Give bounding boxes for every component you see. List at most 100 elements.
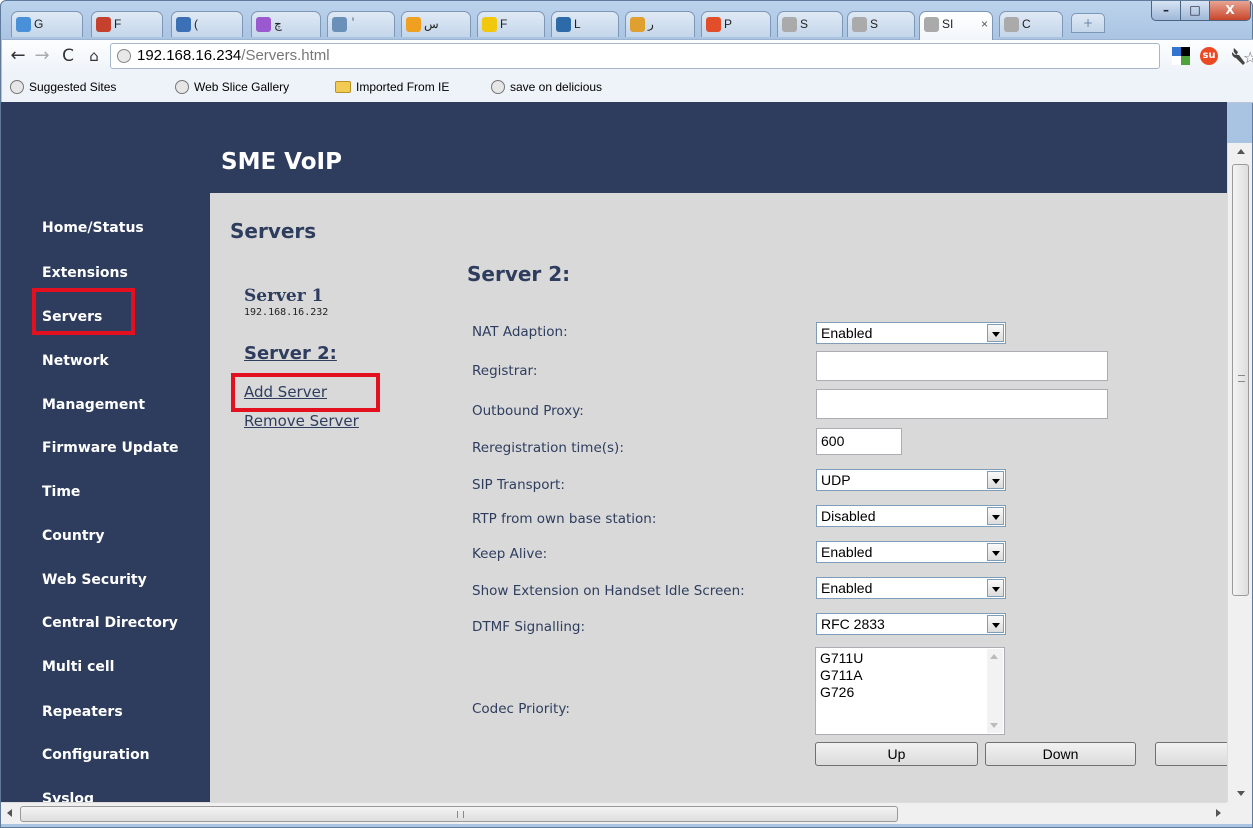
- browser-tab[interactable]: چ: [251, 11, 321, 37]
- reload-button[interactable]: C: [56, 44, 80, 68]
- wrench-icon[interactable]: [1230, 46, 1246, 66]
- reregistration-time-field[interactable]: 600: [816, 428, 902, 455]
- browser-tab[interactable]: F: [477, 11, 545, 37]
- registrar-field[interactable]: [816, 351, 1108, 381]
- tab-title: (: [194, 17, 198, 31]
- tab-favicon-icon: [706, 17, 721, 32]
- browser-tab[interactable]: G: [11, 11, 83, 37]
- partial-button[interactable]: [1155, 742, 1227, 766]
- globe-icon: [117, 49, 131, 63]
- keep-alive-value: Enabled: [821, 544, 873, 560]
- stumbleupon-extension-icon[interactable]: su: [1200, 47, 1218, 65]
- sidebar-item-extensions[interactable]: Extensions: [42, 265, 128, 281]
- browser-tab[interactable]: S: [847, 11, 915, 37]
- sidebar-item-country[interactable]: Country: [42, 528, 105, 544]
- dtmf-signalling-select[interactable]: RFC 2833: [816, 613, 1006, 635]
- browser-tab[interactable]: ر: [625, 11, 695, 37]
- browser-tab[interactable]: L: [551, 11, 619, 37]
- nat-adaption-select[interactable]: Enabled: [816, 322, 1006, 344]
- main-content: Servers Server 1 192.168.16.232 Server 2…: [210, 193, 1227, 802]
- show-extension-select[interactable]: Enabled: [816, 577, 1006, 599]
- back-button[interactable]: ←: [6, 44, 30, 68]
- tab-title: S: [870, 17, 879, 31]
- tab-title: L: [574, 17, 581, 31]
- dtmf-signalling-value: RFC 2833: [821, 616, 885, 632]
- address-bar[interactable]: 192.168.16.234/Servers.html ☆: [110, 43, 1253, 69]
- tab-favicon-icon: [482, 17, 497, 32]
- tab-title: س: [424, 17, 439, 31]
- servers-highlight-box: [32, 288, 135, 335]
- bookmarks-bar: Suggested Sites Web Slice Gallery Imported…: [2, 73, 1253, 103]
- tab-strip: G F (چٰ س F L ر P S S SI × C: [11, 3, 1102, 40]
- url-host: 192.168.16.234: [137, 47, 242, 64]
- browser-tab[interactable]: S: [777, 11, 843, 37]
- sidebar-item-home-status[interactable]: Home/Status: [42, 220, 144, 236]
- close-window-button[interactable]: X: [1209, 1, 1251, 21]
- scroll-down-arrow[interactable]: [1237, 791, 1245, 796]
- browser-tab[interactable]: ٰ: [327, 11, 395, 37]
- scroll-right-arrow[interactable]: [1216, 809, 1221, 817]
- chevron-down-icon: [987, 615, 1004, 633]
- sidebar-item-syslog[interactable]: Syslog: [42, 791, 94, 802]
- home-button[interactable]: ⌂: [82, 44, 106, 68]
- browser-tab[interactable]: س: [401, 11, 471, 37]
- rtp-own-base-value: Disabled: [821, 508, 876, 524]
- codec-list-scrollbar[interactable]: [987, 649, 1003, 733]
- tab-favicon-icon: [96, 17, 111, 32]
- sidebar-item-time[interactable]: Time: [42, 484, 80, 500]
- forward-button[interactable]: →: [30, 44, 54, 68]
- outbound-proxy-field[interactable]: [816, 389, 1108, 419]
- tab-title: C: [1022, 17, 1031, 31]
- codec-item[interactable]: G711A: [820, 667, 1000, 684]
- scroll-up-arrow[interactable]: [1237, 149, 1245, 154]
- move-up-button[interactable]: Up: [815, 742, 978, 766]
- keep-alive-select[interactable]: Enabled: [816, 541, 1006, 563]
- horizontal-scroll-thumb[interactable]: [20, 806, 898, 822]
- horizontal-scrollbar[interactable]: [1, 802, 1227, 824]
- tab-favicon-icon: [16, 17, 31, 32]
- sidebar-item-multi-cell[interactable]: Multi cell: [42, 659, 114, 675]
- new-tab-button[interactable]: +: [1071, 13, 1105, 33]
- sidebar-item-configuration[interactable]: Configuration: [42, 747, 150, 763]
- vertical-scroll-thumb[interactable]: [1232, 164, 1249, 596]
- server1-title[interactable]: Server 1: [244, 286, 323, 306]
- delicious-extension-icon[interactable]: [1172, 47, 1190, 65]
- chevron-down-icon: [987, 579, 1004, 597]
- chevron-down-icon: [987, 324, 1004, 342]
- show-extension-value: Enabled: [821, 580, 873, 596]
- codec-priority-list[interactable]: G711U G711A G726: [815, 647, 1005, 735]
- minimize-button[interactable]: –: [1151, 1, 1181, 21]
- bookmark-item[interactable]: Web Slice Gallery: [175, 80, 289, 94]
- sidebar-item-repeaters[interactable]: Repeaters: [42, 704, 123, 720]
- browser-tab[interactable]: C: [999, 11, 1063, 37]
- sidebar-item-network[interactable]: Network: [42, 353, 109, 369]
- browser-tab[interactable]: F: [91, 11, 163, 37]
- vertical-scrollbar[interactable]: [1227, 143, 1252, 802]
- sidebar-item-firmware-update[interactable]: Firmware Update: [42, 440, 179, 456]
- keep-alive-label: Keep Alive:: [472, 546, 548, 562]
- codec-priority-label: Codec Priority:: [472, 701, 570, 717]
- maximize-button[interactable]: □: [1180, 1, 1210, 21]
- tab-close-icon[interactable]: ×: [981, 12, 988, 36]
- move-down-button[interactable]: Down: [985, 742, 1136, 766]
- browser-tab[interactable]: SI ×: [919, 11, 993, 40]
- sidebar-item-management[interactable]: Management: [42, 397, 145, 413]
- scroll-left-arrow[interactable]: [7, 809, 12, 817]
- bookmark-item[interactable]: Imported From IE: [335, 80, 449, 94]
- bookmark-item[interactable]: save on delicious: [491, 80, 602, 94]
- browser-toolbar: ← → C ⌂ 192.168.16.234/Servers.html ☆ ✵ …: [2, 39, 1253, 73]
- codec-item[interactable]: G726: [820, 684, 1000, 701]
- sip-transport-select[interactable]: UDP: [816, 469, 1006, 491]
- sidebar-item-web-security[interactable]: Web Security: [42, 572, 147, 588]
- codec-item[interactable]: G711U: [820, 650, 1000, 667]
- show-extension-label: Show Extension on Handset Idle Screen:: [472, 583, 745, 599]
- tab-title: F: [500, 17, 508, 31]
- sidebar-item-central-directory[interactable]: Central Directory: [42, 615, 178, 631]
- remove-server-link[interactable]: Remove Server: [244, 412, 359, 430]
- browser-tab[interactable]: P: [701, 11, 771, 37]
- rtp-own-base-select[interactable]: Disabled: [816, 505, 1006, 527]
- browser-tab[interactable]: (: [171, 11, 243, 37]
- bookmark-item[interactable]: Suggested Sites: [10, 80, 116, 94]
- scrollbar-corner: [1227, 802, 1252, 824]
- server2-link[interactable]: Server 2:: [244, 343, 337, 364]
